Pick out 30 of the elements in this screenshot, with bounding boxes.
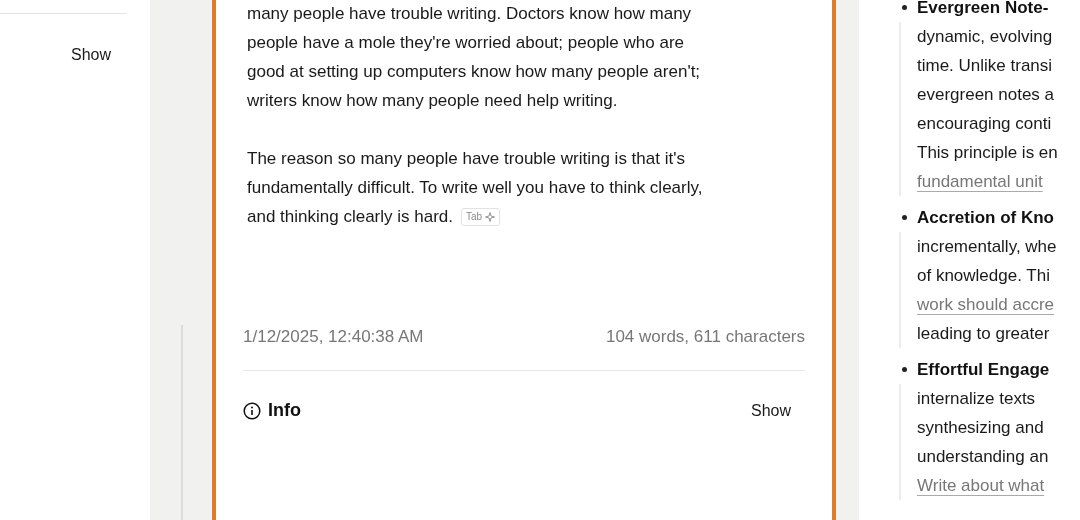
- paragraph: The reason so many people have trouble writing is that it's fundamentally difficult. To write well you have to think clearly, and thinking clearly is hard. Tab: [246, 148, 704, 228]
- sparkle-icon: [485, 212, 496, 222]
- note-text: internalize texts: [917, 388, 1036, 410]
- bullet: [902, 5, 907, 10]
- note-text: understanding an: [917, 446, 1049, 468]
- note-text: This principle is en: [917, 142, 1058, 164]
- note-text: leading to greater: [917, 323, 1050, 345]
- note-text: encouraging conti: [917, 113, 1052, 135]
- show-button[interactable]: Show: [70, 46, 111, 64]
- item-title: Accretion of Kno: [917, 207, 1055, 229]
- note-text: time. Unlike transi: [917, 55, 1053, 77]
- item-title: Effortful Engage: [917, 359, 1051, 381]
- note-text: dynamic, evolving: [917, 26, 1053, 48]
- paragraph: many people have trouble writing. Doctors know how many people have a mole they're worried about; people who are good at setting up computers know how many people aren't; writers know how many people need help writing.: [246, 3, 702, 112]
- note-text: evergreen notes a: [917, 84, 1055, 106]
- word-count: 104 words, 611 characters: [605, 326, 805, 348]
- note-link[interactable]: fundamental unit: [917, 167, 1043, 196]
- note-link[interactable]: work should accre: [917, 290, 1054, 319]
- info-title: Info: [268, 400, 301, 421]
- bullet: [902, 367, 907, 372]
- note-link[interactable]: Write about what: [917, 471, 1045, 500]
- timestamp: 1/12/2025, 12:40:38 AM: [243, 326, 424, 348]
- item-title: Evergreen Note-: [917, 0, 1050, 19]
- note-text: incrementally, whe: [917, 236, 1057, 258]
- info-icon: [243, 401, 261, 420]
- show-button[interactable]: Show: [750, 401, 791, 420]
- note-text: of knowledge. Thi: [917, 265, 1050, 287]
- bullet: [902, 215, 907, 220]
- tab-hint: Tab: [461, 208, 501, 226]
- note-text: synthesizing and: [917, 417, 1044, 439]
